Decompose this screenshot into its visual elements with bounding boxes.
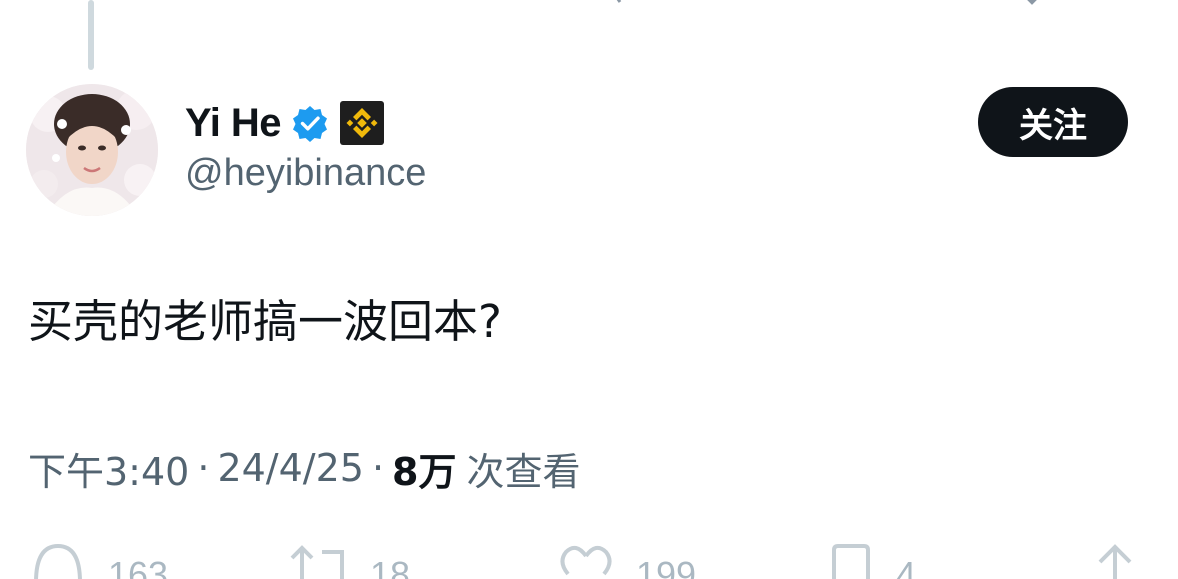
follow-button[interactable]: 关注 xyxy=(978,87,1128,157)
tweet-text: 买壳的老师搞一波回本? xyxy=(28,295,502,348)
retweet-count: 18 xyxy=(370,554,411,579)
display-name[interactable]: Yi He xyxy=(185,101,282,146)
tweet-date[interactable]: 24/4/25 xyxy=(217,446,364,490)
reply-button[interactable]: 163 xyxy=(30,542,168,579)
meta-separator: · xyxy=(197,446,210,490)
heart-icon xyxy=(558,542,614,579)
share-button[interactable] xyxy=(1092,542,1138,579)
reply-icon xyxy=(30,542,86,579)
top-reply-icon[interactable] xyxy=(190,0,220,6)
top-share-icon[interactable] xyxy=(1106,0,1142,6)
meta-separator: · xyxy=(371,446,385,490)
top-like-icon[interactable] xyxy=(806,0,846,6)
thread-connector-line xyxy=(88,0,94,70)
binance-logo-icon[interactable] xyxy=(339,100,385,146)
retweet-button[interactable]: 18 xyxy=(288,542,410,579)
bookmark-icon xyxy=(828,542,874,579)
top-bookmark-icon[interactable] xyxy=(1014,0,1050,6)
tweet-detail: Yi He @heyibinance 关注 买壳的老师搞一波回本? 下午3:40… xyxy=(0,0,1178,579)
tweet-time[interactable]: 下午3:40 xyxy=(28,441,189,496)
avatar[interactable] xyxy=(26,84,158,216)
author-name-row[interactable]: Yi He xyxy=(185,96,385,150)
tweet-meta: 下午3:40 · 24/4/25 · 8万 次查看 xyxy=(28,440,581,496)
views-label: 次查看 xyxy=(466,449,581,494)
top-retweet-icon[interactable] xyxy=(606,0,636,6)
share-icon xyxy=(1092,542,1138,579)
retweet-icon xyxy=(288,542,348,579)
bookmark-count: 4 xyxy=(896,554,917,579)
reply-count: 163 xyxy=(108,554,169,579)
views-count[interactable]: 8万 xyxy=(392,441,456,496)
verified-badge-icon xyxy=(291,104,329,142)
like-count: 199 xyxy=(636,554,697,579)
user-handle[interactable]: @heyibinance xyxy=(185,152,426,195)
like-button[interactable]: 199 xyxy=(558,542,696,579)
bookmark-button[interactable]: 4 xyxy=(828,542,916,579)
